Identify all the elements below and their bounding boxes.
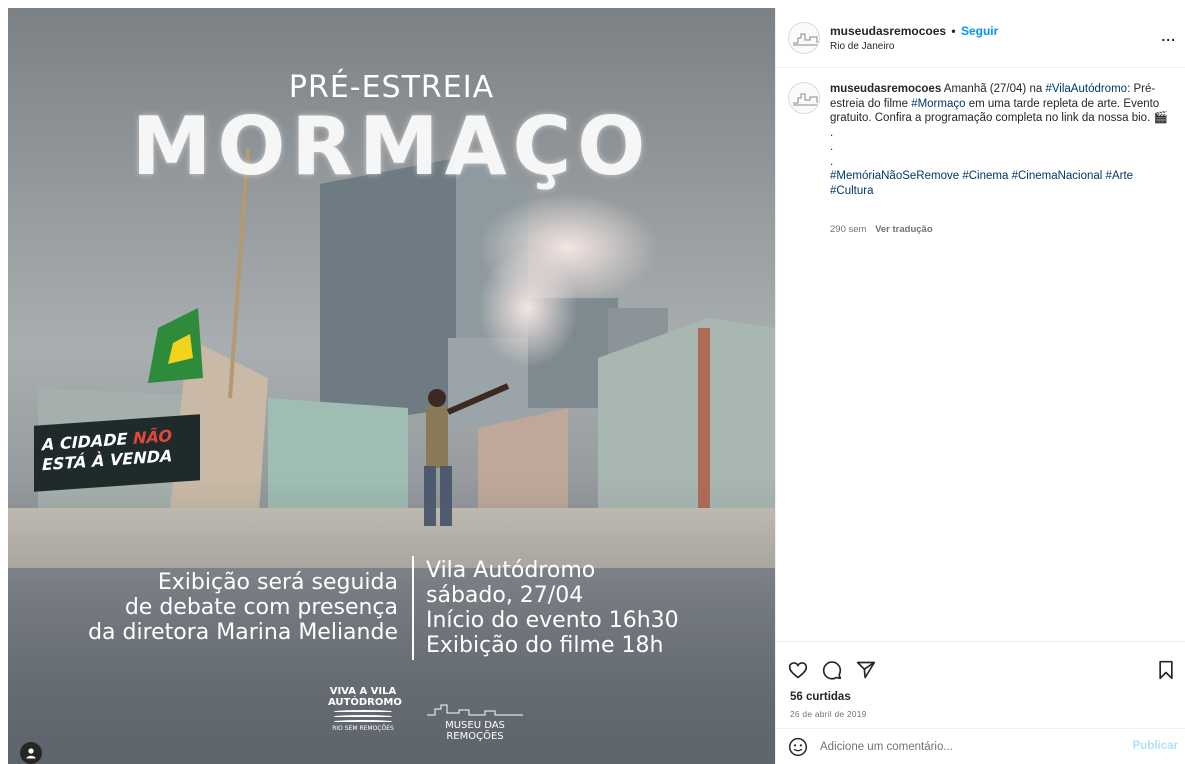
wave-icon: [334, 710, 392, 713]
caption-age[interactable]: 290 sem: [830, 224, 866, 235]
follow-button[interactable]: Seguir: [961, 24, 998, 38]
museu-logo-text: MUSEU DAS REMOÇÕES: [445, 720, 505, 742]
caption-dot: .: [830, 141, 834, 153]
caption-username[interactable]: museudasremocoes: [830, 83, 941, 95]
share-icon[interactable]: [856, 660, 876, 680]
post-location[interactable]: Rio de Janeiro: [830, 41, 894, 52]
post-date[interactable]: 26 de abril de 2019: [790, 709, 867, 719]
caption-meta: 290 sem Ver tradução: [830, 224, 933, 235]
caption-author-avatar[interactable]: [788, 82, 820, 114]
header-user-line: museudasremocoes • Seguir: [830, 24, 998, 38]
image-film-title: MORMAÇO: [131, 100, 652, 193]
hashtag-link[interactable]: #Cultura: [830, 185, 873, 197]
tagged-users-button[interactable]: [20, 742, 42, 764]
image-text-divider: [412, 556, 414, 660]
event-line: Exibição do filme 18h: [426, 633, 664, 658]
wave-icon: [334, 715, 392, 718]
image-event-details: Vila Autódromo sábado, 27/04 Início do e…: [426, 558, 766, 658]
hashtag-link[interactable]: #Cinema: [962, 170, 1008, 182]
protest-banner: A CIDADE NÃO ESTÁ À VENDA: [34, 414, 200, 492]
debate-line: da diretora Marina Meliande: [88, 620, 398, 645]
caption-text: museudasremocoes Amanhã (27/04) na #Vila…: [830, 82, 1175, 198]
hashtag-link[interactable]: #CinemaNacional: [1012, 170, 1103, 182]
event-line: Vila Autódromo: [426, 558, 596, 583]
comment-bar: Publicar: [776, 728, 1185, 764]
caption-dot: .: [830, 155, 834, 168]
hashtag-link[interactable]: #Arte: [1106, 170, 1134, 182]
viva-a-vila-logo: VIVA A VILA AUTÓDROMO RIO SEM REMOÇÕES: [328, 686, 402, 733]
post-side-panel: museudasremocoes • Seguir Rio de Janeiro…: [775, 8, 1185, 764]
heart-icon[interactable]: [788, 660, 808, 680]
skyline-icon: [427, 704, 523, 716]
person-icon: [26, 748, 36, 759]
museu-das-remocoes-logo: MUSEU DAS REMOÇÕES: [420, 703, 530, 742]
museu-avatar-icon: [793, 33, 818, 46]
caption-dot: .: [830, 126, 834, 139]
emoji-icon[interactable]: [788, 737, 808, 757]
comment-icon[interactable]: [822, 660, 842, 680]
viva-logo-line1: VIVA A VILA: [329, 686, 397, 697]
comment-input[interactable]: [820, 737, 1110, 757]
caption-segment: Amanhã (27/04) na: [941, 83, 1046, 95]
likes-count[interactable]: 56 curtidas: [790, 691, 851, 703]
museu-avatar-icon: [793, 93, 818, 106]
event-line: sábado, 27/04: [426, 583, 584, 608]
instagram-post-view: PRÉ-ESTREIA MORMAÇO A CIDADE NÃO ESTÁ À …: [0, 0, 1185, 764]
event-line: Início do evento 16h30: [426, 608, 679, 633]
debate-line: de debate com presença: [124, 595, 398, 620]
image-debate-text: Exibição será seguida de debate com pres…: [68, 570, 398, 645]
more-options-button[interactable]: ...: [1161, 28, 1176, 44]
banner-text-no: NÃO: [133, 426, 172, 448]
wave-icon: [334, 720, 392, 723]
header-separator: •: [951, 24, 956, 38]
hashtag-link[interactable]: #VilaAutódromo: [1045, 83, 1127, 95]
author-avatar[interactable]: [788, 22, 820, 54]
author-username[interactable]: museudasremocoes: [830, 24, 946, 38]
hashtag-link[interactable]: #MemóriaNãoSeRemove: [830, 170, 959, 182]
hashtag-link[interactable]: #Mormaço: [911, 98, 965, 110]
translate-button[interactable]: Ver tradução: [875, 224, 933, 235]
post-header: museudasremocoes • Seguir Rio de Janeiro…: [776, 8, 1185, 68]
viva-logo-sub: RIO SEM REMOÇÕES: [332, 725, 394, 732]
post-image[interactable]: PRÉ-ESTREIA MORMAÇO A CIDADE NÃO ESTÁ À …: [8, 8, 775, 764]
debate-line: Exibição será seguida: [157, 570, 398, 595]
publish-button[interactable]: Publicar: [1133, 740, 1178, 752]
bookmark-icon[interactable]: [1156, 660, 1176, 680]
viva-logo-line2: AUTÓDROMO: [328, 697, 402, 708]
